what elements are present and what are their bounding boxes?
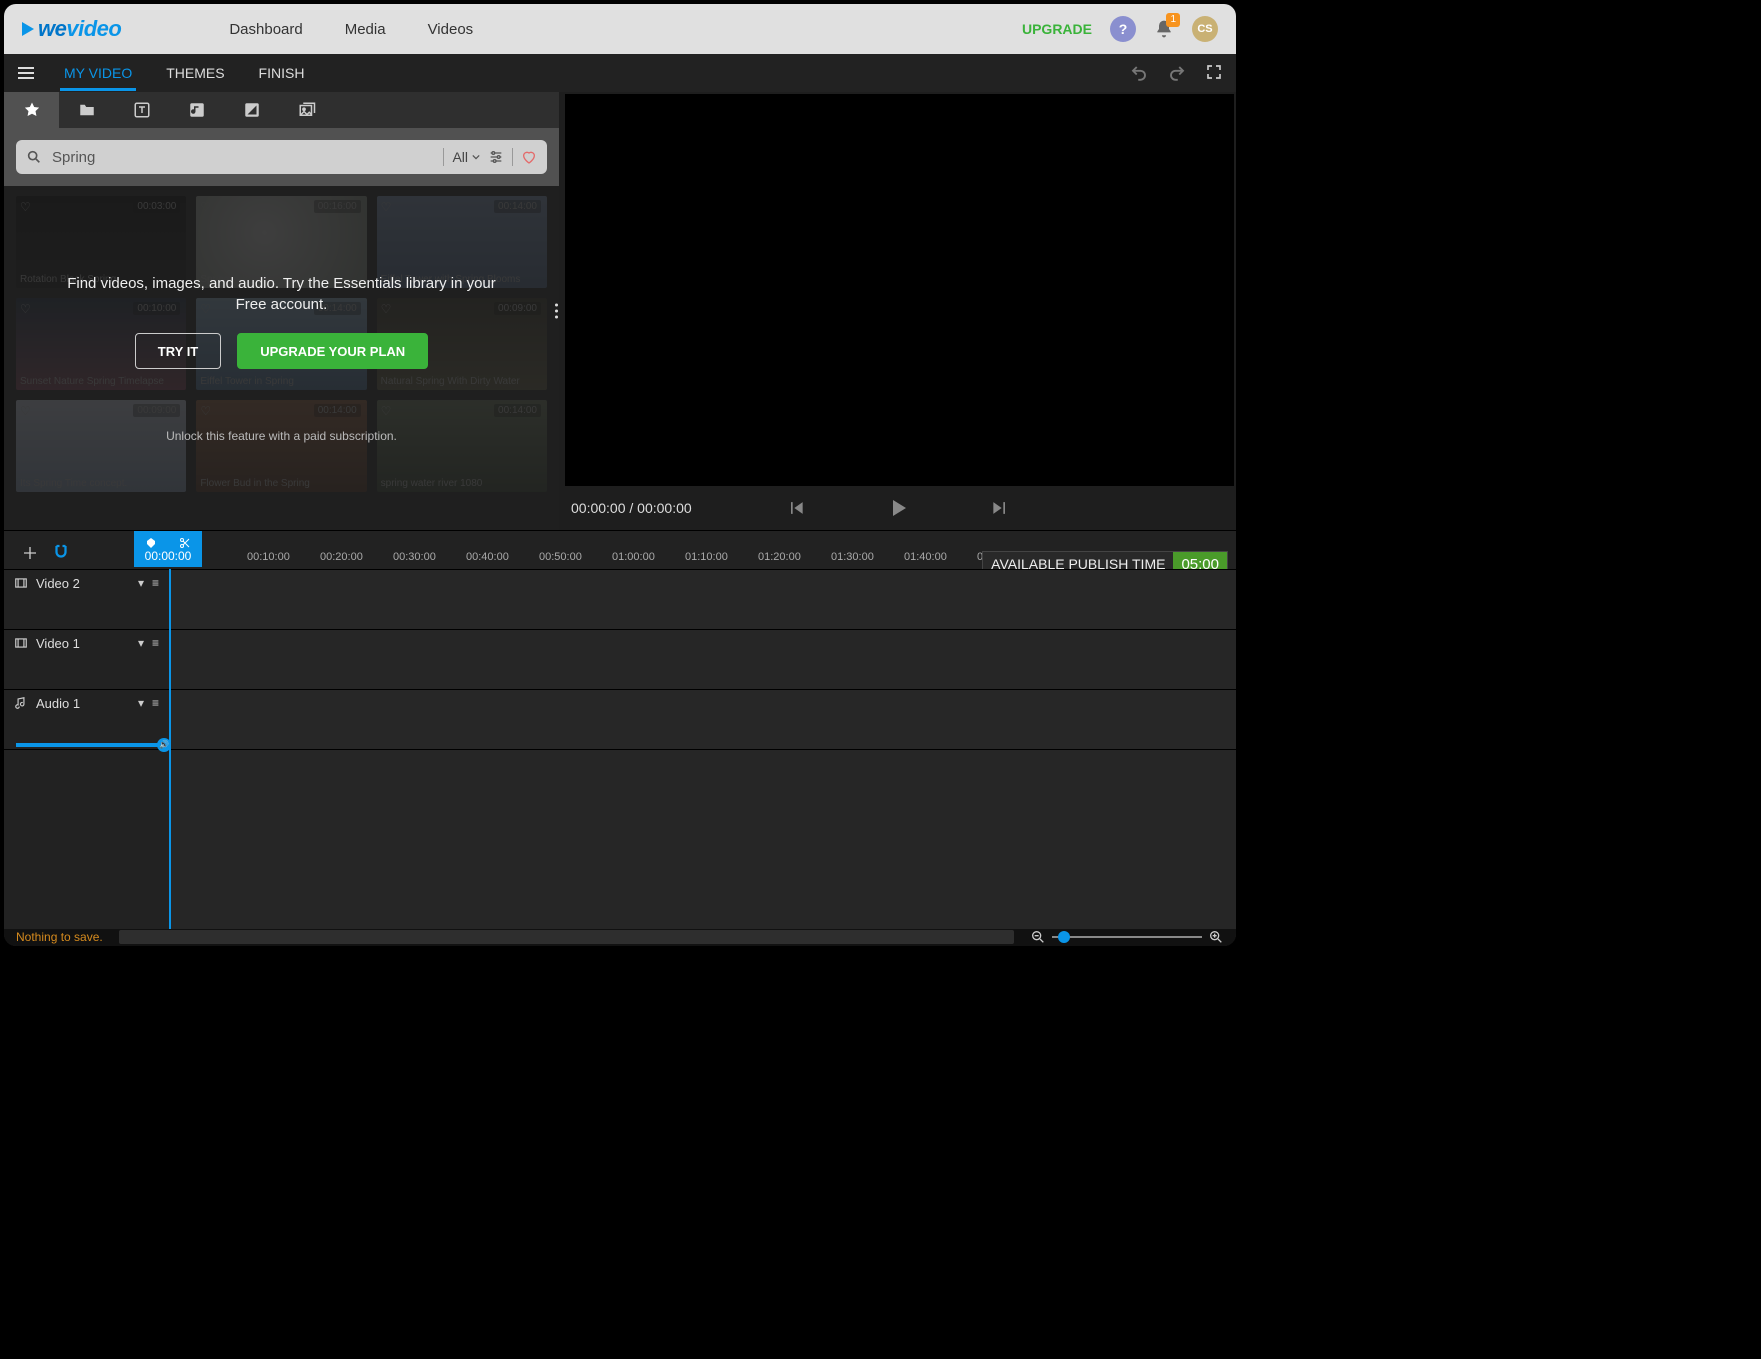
editor-nav: MY VIDEO THEMES FINISH (4, 54, 1236, 92)
overlay-message: Find videos, images, and audio. Try the … (52, 273, 512, 315)
upgrade-overlay: Find videos, images, and audio. Try the … (4, 186, 559, 530)
status-bar: Nothing to save. (4, 929, 1236, 946)
upgrade-link[interactable]: UPGRADE (1022, 21, 1092, 37)
timeline-tools (4, 531, 134, 569)
skip-end-icon[interactable] (990, 498, 1010, 518)
undo-icon[interactable] (1130, 64, 1148, 82)
track-menu-chevron-icon[interactable]: ▾ (138, 576, 144, 590)
split-icon[interactable] (179, 537, 191, 549)
track-video2: Video 2 ▾ ≡ (4, 569, 1236, 629)
nav-media[interactable]: Media (345, 21, 386, 38)
main-area: All ♡00:03:00Rotation Black Spring ♡00:1… (4, 92, 1236, 530)
video-track-icon (14, 576, 28, 590)
notifications-icon[interactable]: 1 (1154, 19, 1174, 39)
fullscreen-icon[interactable] (1206, 64, 1222, 82)
track-menu-chevron-icon[interactable]: ▾ (138, 636, 144, 650)
track-label: Video 2 (36, 576, 80, 591)
top-nav: Dashboard Media Videos (229, 21, 473, 38)
timeline-scrollbar[interactable] (119, 930, 1014, 944)
video-track-icon (14, 636, 28, 650)
tracks-container: Video 2 ▾ ≡ Video 1 ▾ ≡ (4, 569, 1236, 929)
search-icon (26, 149, 42, 165)
notification-badge: 1 (1166, 13, 1180, 27)
preview-panel: 00:00:00 / 00:00:00 (559, 92, 1236, 530)
asset-tabs (4, 92, 559, 128)
track-menu-chevron-icon[interactable]: ▾ (138, 696, 144, 710)
timeline-header: 00:00:00 00:10:0000:20:0000:30:0000:40:0… (4, 531, 1236, 569)
audio-volume-slider[interactable]: 🔊 (16, 743, 167, 747)
user-avatar[interactable]: CS (1192, 16, 1218, 42)
track-menu-icon[interactable]: ≡ (152, 636, 159, 650)
brand-video: video (66, 16, 121, 41)
brand-logo[interactable]: wevideo (22, 16, 121, 42)
track-lane[interactable] (169, 690, 1236, 749)
track-lane[interactable] (169, 570, 1236, 629)
skip-start-icon[interactable] (786, 498, 806, 518)
track-menu-icon[interactable]: ≡ (152, 696, 159, 710)
tune-icon[interactable] (488, 149, 504, 165)
snap-icon[interactable] (52, 543, 70, 561)
search-input[interactable] (50, 148, 435, 167)
assettab-star[interactable] (4, 92, 59, 128)
audio-track-icon (14, 696, 28, 710)
overlay-subtext: Unlock this feature with a paid subscrip… (166, 429, 397, 443)
filter-label: All (452, 149, 468, 165)
assettab-images[interactable] (279, 92, 334, 128)
nav-videos[interactable]: Videos (428, 21, 474, 38)
top-bar: wevideo Dashboard Media Videos UPGRADE ?… (4, 4, 1236, 54)
track-lane[interactable] (169, 630, 1236, 689)
tab-themes[interactable]: THEMES (162, 55, 228, 91)
track-label: Audio 1 (36, 696, 80, 711)
track-label: Video 1 (36, 636, 80, 651)
assettab-text[interactable] (114, 92, 169, 128)
search-box: All (16, 140, 547, 174)
add-track-icon[interactable] (22, 545, 38, 561)
tab-finish[interactable]: FINISH (255, 55, 309, 91)
track-audio1: Audio 1 ▾ ≡ 🔊 (4, 689, 1236, 749)
marker-icon[interactable] (145, 537, 157, 549)
timeline: 00:00:00 00:10:0000:20:0000:30:0000:40:0… (4, 530, 1236, 946)
assettab-transitions[interactable] (224, 92, 279, 128)
filter-dropdown[interactable]: All (452, 149, 480, 165)
favorites-icon[interactable] (521, 149, 537, 165)
preview-controls: 00:00:00 / 00:00:00 (559, 486, 1236, 530)
upgrade-plan-button[interactable]: UPGRADE YOUR PLAN (237, 333, 428, 369)
brand-we: we (38, 16, 66, 41)
clips-area: ♡00:03:00Rotation Black Spring ♡00:16:00… (4, 186, 559, 530)
search-row: All (4, 128, 559, 186)
chevron-down-icon (472, 153, 480, 161)
assettab-audio[interactable] (169, 92, 224, 128)
save-status: Nothing to save. (16, 930, 103, 944)
track-empty (4, 749, 1236, 929)
zoom-controls (1030, 929, 1224, 945)
assettab-folder[interactable] (59, 92, 114, 128)
try-it-button[interactable]: TRY IT (135, 333, 221, 369)
preview-time: 00:00:00 / 00:00:00 (571, 500, 692, 516)
help-icon[interactable]: ? (1110, 16, 1136, 42)
nav-dashboard[interactable]: Dashboard (229, 21, 302, 38)
zoom-thumb[interactable] (1058, 931, 1070, 943)
redo-icon[interactable] (1168, 64, 1186, 82)
track-menu-icon[interactable]: ≡ (152, 576, 159, 590)
track-video1: Video 1 ▾ ≡ (4, 629, 1236, 689)
play-icon[interactable] (886, 496, 910, 520)
zoom-slider[interactable] (1052, 936, 1202, 938)
menu-icon[interactable] (18, 67, 34, 79)
play-triangle-icon (22, 22, 34, 36)
track-lane[interactable] (169, 750, 1236, 929)
media-panel: All ♡00:03:00Rotation Black Spring ♡00:1… (4, 92, 559, 530)
zoom-out-icon[interactable] (1030, 929, 1046, 945)
tab-my-video[interactable]: MY VIDEO (60, 55, 136, 91)
zoom-in-icon[interactable] (1208, 929, 1224, 945)
preview-canvas[interactable] (565, 94, 1234, 486)
